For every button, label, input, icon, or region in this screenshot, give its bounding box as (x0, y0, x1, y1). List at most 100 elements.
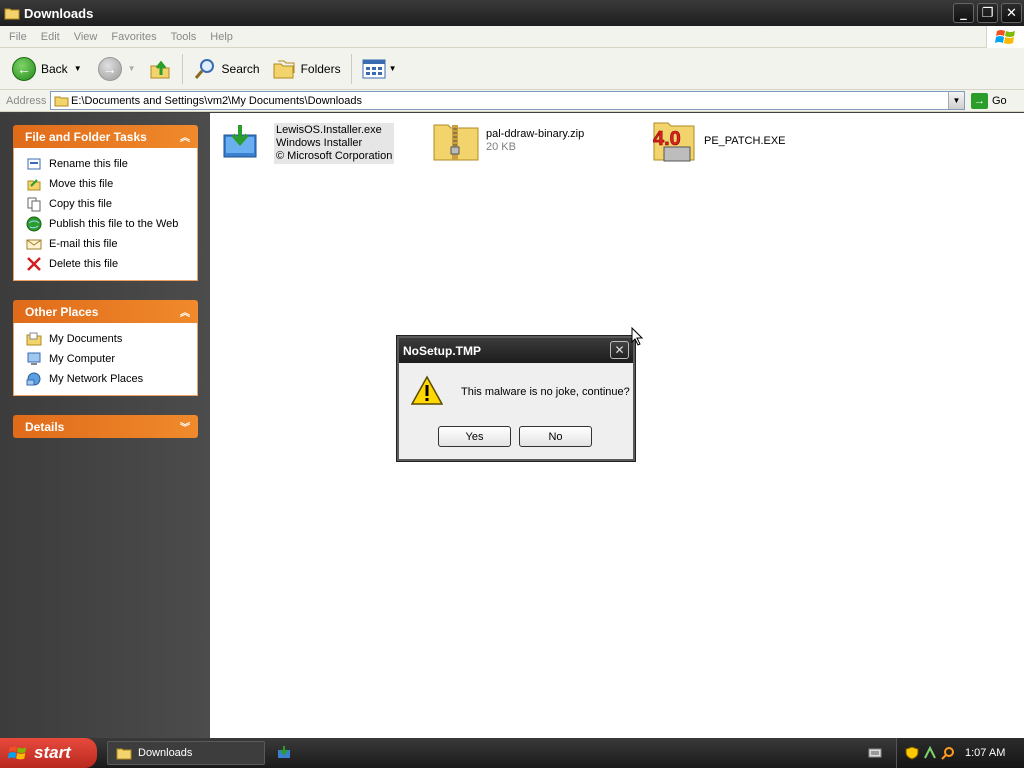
email-icon (26, 236, 42, 252)
task-pane: File and Folder Tasks ︽ Rename this file… (0, 113, 210, 738)
taskbar-window-downloads[interactable]: Downloads (107, 741, 265, 765)
my-documents-icon (26, 331, 42, 347)
up-button[interactable] (144, 52, 176, 86)
mouse-cursor-icon (631, 327, 643, 346)
menu-tools[interactable]: Tools (164, 31, 204, 43)
file-name: pal-ddraw-binary.zip (486, 128, 585, 140)
folder-icon (116, 748, 132, 759)
zip-folder-icon (433, 124, 479, 161)
panel-title: File and Folder Tasks (25, 129, 147, 144)
dialog-close-button[interactable]: ✕ (610, 341, 629, 359)
task-label: Copy this file (49, 198, 112, 210)
address-input[interactable]: E:\Documents and Settings\vm2\My Documen… (50, 91, 965, 110)
place-label: My Documents (49, 333, 123, 345)
file-item-pe-patch[interactable]: 4.0 PE_PATCH.EXE (650, 117, 786, 165)
place-my-computer[interactable]: My Computer (14, 349, 197, 369)
task-label: Publish this file to the Web (49, 218, 179, 230)
place-label: My Computer (49, 353, 116, 365)
network-icon[interactable] (923, 746, 937, 760)
other-places-panel: Other Places ︽ My Documents My Computer … (13, 300, 198, 396)
forward-button[interactable]: → ▼ (94, 52, 140, 86)
task-copy[interactable]: Copy this file (14, 194, 197, 214)
search-tray-icon[interactable] (941, 746, 955, 760)
other-places-header[interactable]: Other Places ︽ (13, 300, 198, 323)
warning-icon (411, 375, 443, 405)
menu-help[interactable]: Help (203, 31, 240, 43)
search-button[interactable]: Search (189, 52, 264, 86)
back-label: Back (41, 61, 68, 76)
toolbar: ← Back ▼ → ▼ Search Folders ▼ (0, 48, 1024, 90)
task-label: E-mail this file (49, 238, 118, 250)
address-dropdown-button[interactable]: ▼ (948, 92, 964, 109)
minimize-button[interactable]: _ (953, 3, 974, 23)
chevron-up-icon[interactable]: ︽ (180, 304, 190, 319)
folders-label: Folders (300, 61, 341, 76)
keyboard-icon[interactable] (868, 747, 882, 759)
file-folder-tasks-panel: File and Folder Tasks ︽ Rename this file… (13, 125, 198, 281)
window-title: Downloads (24, 5, 94, 21)
go-label: Go (992, 94, 1007, 107)
menu-file[interactable]: File (0, 31, 34, 43)
installer-icon (223, 125, 257, 158)
clock[interactable]: 1:07 AM (965, 747, 1005, 759)
copy-icon (26, 196, 42, 212)
place-my-documents[interactable]: My Documents (14, 329, 197, 349)
views-icon (362, 59, 386, 78)
file-item-pal-ddraw-zip[interactable]: pal-ddraw-binary.zip 20 KB (432, 117, 584, 165)
task-publish[interactable]: Publish this file to the Web (14, 214, 197, 234)
start-button[interactable]: start (0, 738, 97, 768)
details-panel: Details ︾ (13, 415, 198, 438)
address-path: E:\Documents and Settings\vm2\My Documen… (71, 94, 363, 107)
folders-button[interactable]: Folders (268, 52, 345, 86)
task-email[interactable]: E-mail this file (14, 234, 197, 254)
task-label: Rename this file (49, 158, 128, 170)
taskbar-window-label: Downloads (138, 747, 193, 759)
restore-button[interactable]: ❐ (977, 3, 998, 23)
task-delete[interactable]: Delete this file (14, 254, 197, 274)
panel-title: Other Places (25, 304, 99, 319)
views-button[interactable]: ▼ (358, 52, 401, 86)
file-company: © Microsoft Corporation (276, 149, 393, 162)
folder-icon (4, 8, 20, 20)
search-label: Search (221, 61, 260, 76)
views-dropdown-icon[interactable]: ▼ (389, 64, 397, 73)
forward-dropdown-icon[interactable]: ▼ (128, 64, 136, 73)
menu-bar: File Edit View Favorites Tools Help (0, 26, 1024, 48)
go-arrow-icon: → (971, 92, 988, 109)
folders-icon (273, 60, 295, 78)
delete-icon (26, 256, 42, 272)
task-rename[interactable]: Rename this file (14, 154, 197, 174)
task-move[interactable]: Move this file (14, 174, 197, 194)
back-button[interactable]: ← Back ▼ (8, 52, 86, 86)
toolbar-separator (350, 53, 352, 84)
security-shield-icon[interactable] (905, 746, 919, 760)
menu-view[interactable]: View (67, 31, 105, 43)
windows-logo-icon (986, 26, 1024, 48)
go-button[interactable]: → Go (971, 92, 1007, 109)
pe-patch-icon: 4.0 (653, 122, 695, 162)
menu-edit[interactable]: Edit (34, 31, 67, 43)
move-icon (26, 176, 42, 192)
folder-icon (54, 96, 69, 107)
installer-taskbar-icon[interactable] (277, 745, 291, 759)
back-dropdown-icon[interactable]: ▼ (74, 64, 82, 73)
window-titlebar[interactable]: Downloads _ ❐ ✕ (0, 0, 1024, 26)
no-button[interactable]: No (519, 426, 592, 447)
file-item-lewisos-installer[interactable]: LewisOS.Installer.exe Windows Installer … (220, 119, 395, 167)
close-button[interactable]: ✕ (1001, 3, 1022, 23)
file-name: PE_PATCH.EXE (704, 134, 786, 147)
chevron-up-icon[interactable]: ︽ (180, 129, 190, 144)
yes-button[interactable]: Yes (438, 426, 511, 447)
address-bar: Address E:\Documents and Settings\vm2\My… (0, 90, 1024, 112)
task-label: Move this file (49, 178, 114, 190)
chevron-down-icon[interactable]: ︾ (180, 419, 190, 434)
my-computer-icon (26, 351, 42, 367)
dialog-titlebar[interactable]: NoSetup.TMP ✕ (399, 338, 633, 363)
details-header[interactable]: Details ︾ (13, 415, 198, 438)
file-folder-tasks-header[interactable]: File and Folder Tasks ︽ (13, 125, 198, 148)
windows-flag-icon (8, 746, 27, 760)
place-network-places[interactable]: My Network Places (14, 369, 197, 389)
search-icon (194, 58, 214, 79)
menu-favorites[interactable]: Favorites (104, 31, 163, 43)
publish-icon (26, 216, 42, 232)
